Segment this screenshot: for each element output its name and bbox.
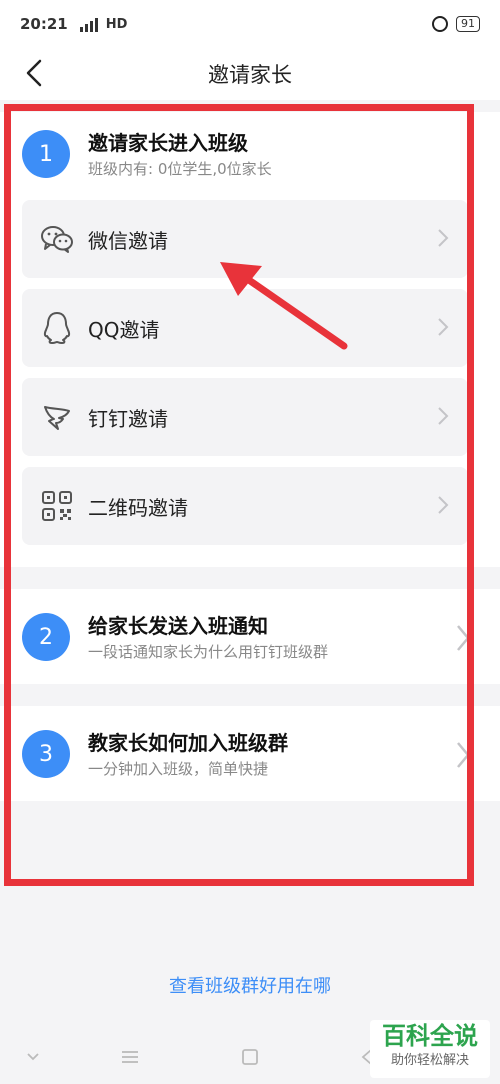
qq-invite-button[interactable]: QQ邀请	[22, 289, 468, 367]
step-number-badge: 3	[22, 730, 70, 778]
status-bar: 20:21 HD 91	[0, 0, 500, 48]
invite-section-card: 1 邀请家长进入班级 班级内有: 0位学生,0位家长 微信邀请 QQ邀请 钉钉邀…	[0, 112, 500, 567]
nav-bar: 邀请家长	[0, 48, 500, 100]
class-member-count: 班级内有: 0位学生,0位家长	[88, 160, 272, 178]
invite-section-title: 邀请家长进入班级	[88, 131, 248, 155]
chevron-right-icon	[438, 229, 449, 247]
class-group-benefits-link[interactable]: 查看班级群好用在哪	[0, 972, 500, 998]
notice-section-subtitle: 一段话通知家长为什么用钉钉班级群	[88, 643, 329, 661]
chevron-right-icon	[438, 318, 449, 336]
qq-icon	[40, 311, 74, 345]
wechat-invite-label: 微信邀请	[88, 228, 168, 253]
nav-home-button[interactable]	[235, 1042, 265, 1072]
nav-collapse-button[interactable]	[18, 1042, 48, 1072]
chevron-right-icon	[457, 625, 470, 651]
network-type: HD	[105, 16, 128, 32]
dingtalk-invite-label: 钉钉邀请	[88, 406, 168, 431]
chevron-right-icon	[457, 742, 470, 768]
invite-section-header: 1 邀请家长进入班级 班级内有: 0位学生,0位家长	[22, 130, 272, 180]
watermark-logo: 百科全说 助你轻松解决	[370, 1020, 490, 1078]
home-square-icon	[242, 1049, 258, 1065]
alarm-icon	[432, 16, 448, 32]
wechat-invite-button[interactable]: 微信邀请	[22, 200, 468, 278]
notice-section-header: 2 给家长发送入班通知 一段话通知家长为什么用钉钉班级群	[22, 613, 328, 663]
watermark-brand: 百科全说	[382, 1022, 478, 1050]
chevron-right-icon	[438, 407, 449, 425]
menu-icon	[122, 1051, 138, 1063]
wechat-icon	[40, 222, 74, 256]
guide-section-row[interactable]: 3 教家长如何加入班级群 一分钟加入班级，简单快捷	[0, 706, 500, 801]
qr-code-invite-label: 二维码邀请	[88, 495, 188, 520]
chevron-right-icon	[438, 496, 449, 514]
watermark-slogan: 助你轻松解决	[390, 1053, 469, 1068]
signal-icon	[79, 18, 98, 32]
page-title: 邀请家长	[208, 63, 292, 87]
guide-section-header: 3 教家长如何加入班级群 一分钟加入班级，简单快捷	[22, 730, 288, 780]
chevron-down-icon	[27, 1053, 39, 1061]
notice-section-row[interactable]: 2 给家长发送入班通知 一段话通知家长为什么用钉钉班级群	[0, 589, 500, 684]
dingtalk-icon	[40, 400, 74, 434]
qr-code-icon	[40, 489, 74, 523]
notice-section-title: 给家长发送入班通知	[88, 614, 268, 638]
step-number-badge: 2	[22, 613, 70, 661]
guide-section-title: 教家长如何加入班级群	[88, 731, 288, 755]
guide-section-subtitle: 一分钟加入班级，简单快捷	[88, 760, 269, 778]
step-number-badge: 1	[22, 130, 70, 178]
battery-indicator: 91	[456, 16, 480, 32]
qq-invite-label: QQ邀请	[88, 317, 160, 342]
status-time: 20:21	[20, 15, 68, 33]
qr-code-invite-button[interactable]: 二维码邀请	[22, 467, 468, 545]
back-arrow-icon[interactable]	[20, 58, 50, 88]
dingtalk-invite-button[interactable]: 钉钉邀请	[22, 378, 468, 456]
nav-menu-button[interactable]	[115, 1042, 145, 1072]
